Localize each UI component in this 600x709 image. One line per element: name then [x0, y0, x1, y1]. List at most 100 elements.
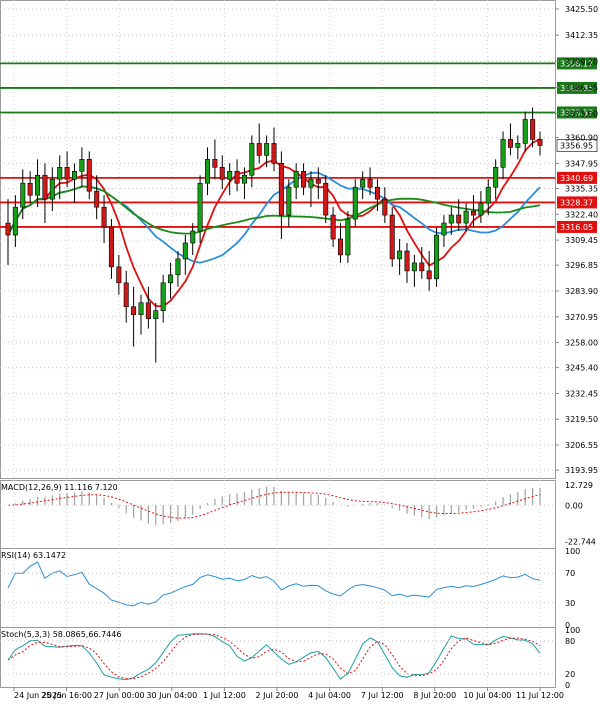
time-tick-label: 2 Jul 20:00: [256, 691, 299, 700]
candle-body: [175, 258, 181, 276]
stoch-label: Stoch(5,3,3) 58.0865,66.7446: [1, 630, 121, 639]
price-tick-label: 3386.05: [565, 84, 598, 93]
candle-body: [478, 202, 484, 216]
macd-tick-label: 0.00: [565, 501, 583, 510]
trading-chart: 3398.17 3385.85 3373.53 3340.69 3328.37 3316.…: [0, 0, 600, 705]
price-tick-label: 3193.95: [565, 466, 598, 475]
level-label: 3328.37: [560, 198, 593, 207]
candle-body: [397, 250, 403, 260]
price-tick-label: 3283.90: [565, 287, 598, 296]
price-tick-label: 3335.35: [565, 185, 598, 194]
candle-body: [522, 119, 528, 144]
candle-body: [360, 178, 366, 188]
candle-body: [205, 159, 211, 184]
candle-body: [485, 186, 491, 204]
time-tick-label: 10 Jul 04:00: [463, 691, 511, 700]
candle-body: [515, 143, 521, 148]
candle-body: [441, 222, 447, 236]
macd-label: MACD(12,26,9) 11.116 7.120: [1, 483, 118, 492]
price-tick-label: 3322.40: [565, 210, 598, 219]
candle-body: [315, 178, 321, 184]
candle-body: [382, 198, 388, 216]
time-tick-label: 11 Jul 12:00: [516, 691, 564, 700]
candle-body: [301, 170, 307, 188]
candle-body: [49, 178, 55, 200]
price-tick-label: 3232.45: [565, 389, 598, 398]
rsi-tick-label: 100: [565, 547, 580, 556]
time-tick-label: 7 Jul 12:00: [361, 691, 404, 700]
candle-body: [411, 262, 417, 272]
candle-body: [57, 167, 63, 180]
candle-body: [86, 159, 92, 192]
candle-body: [212, 159, 218, 168]
time-tick-label: 1 Jul 12:00: [203, 691, 246, 700]
macd-tick-label: -22.744: [565, 537, 596, 546]
candle-body: [448, 214, 454, 224]
candle-body: [42, 174, 48, 200]
price-tick-label: 3347.95: [565, 159, 598, 168]
candle-body: [182, 242, 188, 260]
candle-body: [374, 186, 380, 200]
price-tick-label: 3412.35: [565, 31, 598, 40]
candle-body: [168, 274, 174, 284]
price-tick-label: 3270.95: [565, 313, 598, 322]
candle-body: [404, 250, 410, 272]
level-label: 3316.05: [560, 223, 593, 232]
candle-body: [72, 170, 78, 180]
candle-body: [456, 214, 462, 224]
candle-body: [426, 270, 432, 280]
time-tick-label: 30 Jun 04:00: [146, 691, 197, 700]
candle-body: [278, 163, 284, 216]
candle-body: [271, 143, 277, 164]
candle-body: [197, 182, 203, 232]
candle-body: [308, 178, 314, 188]
candle-body: [145, 302, 151, 319]
price-tick-label: 3258.00: [565, 339, 598, 348]
price-tick-label: 3399.20: [565, 57, 598, 66]
candle-body: [389, 214, 395, 260]
candle-body: [123, 282, 129, 308]
price-tick-label: 3425.50: [565, 5, 598, 14]
candle-body: [138, 302, 144, 315]
stoch-tick-label: 80: [565, 637, 575, 646]
candle-body: [286, 186, 292, 216]
price-tick-label: 3296.85: [565, 261, 598, 270]
stoch-tick-label: 0: [565, 681, 570, 690]
level-label: 3340.69: [560, 174, 593, 183]
candle-body: [256, 143, 262, 156]
candle-body: [367, 178, 373, 188]
price-tick-label: 3309.45: [565, 236, 598, 245]
time-tick-label: 27 Jun 00:00: [94, 691, 145, 700]
candle-body: [419, 262, 425, 272]
candle-body: [101, 206, 107, 228]
stoch-tick-label: 100: [565, 626, 580, 635]
candle-body: [160, 282, 166, 312]
candle-body: [227, 170, 233, 180]
candle-body: [463, 210, 469, 224]
candle-body: [79, 159, 85, 172]
candle-body: [537, 139, 543, 146]
chart-svg: 3398.173385.853373.533340.693328.373316.…: [0, 0, 600, 705]
candle-body: [264, 143, 270, 156]
candle-body: [131, 306, 137, 315]
candle-body: [35, 174, 41, 196]
candle-body: [493, 167, 499, 188]
candle-body: [94, 190, 100, 208]
candle-body: [20, 182, 26, 208]
price-tick-label: 3206.55: [565, 441, 598, 450]
current-price-label: 3356.95: [560, 141, 593, 150]
price-tick-label: 3219.50: [565, 415, 598, 424]
candle-body: [345, 218, 351, 256]
candle-body: [153, 310, 159, 319]
candle-body: [434, 234, 440, 280]
candle-body: [5, 222, 11, 236]
macd-tick-label: 12.729: [565, 481, 593, 490]
candle-body: [234, 170, 240, 184]
candle-body: [64, 167, 70, 180]
rsi-label: RSI(14) 63.1472: [1, 551, 66, 560]
price-tick-label: 3373.00: [565, 110, 598, 119]
candle-body: [323, 182, 329, 216]
candle-body: [108, 226, 114, 268]
candle-body: [190, 230, 196, 244]
candle-body: [330, 214, 336, 240]
